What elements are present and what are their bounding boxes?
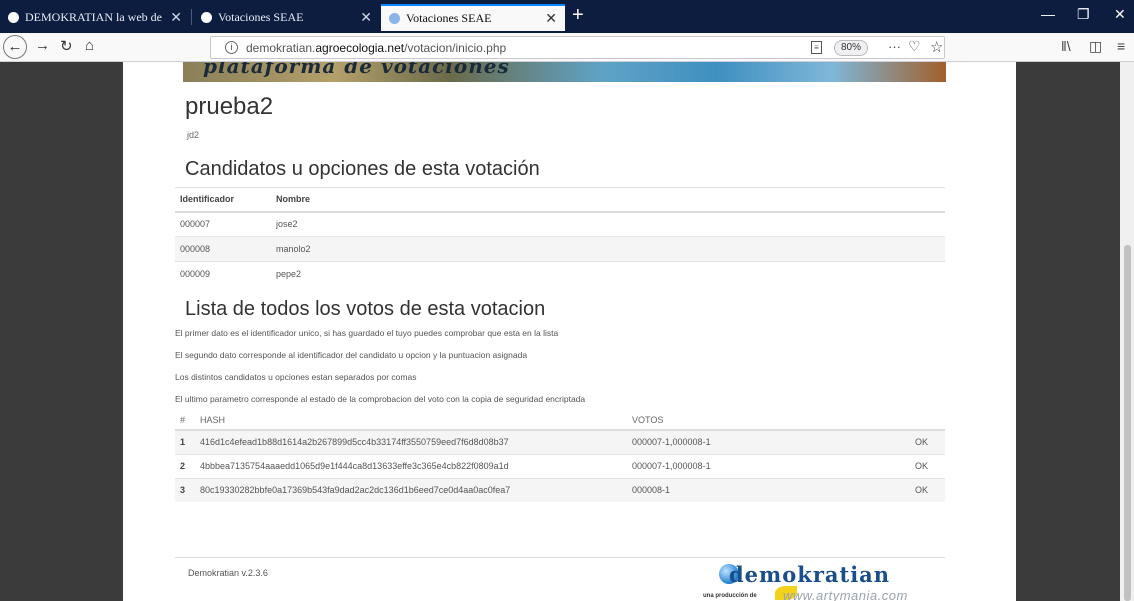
vote-values: 000007-1,000008-1 <box>627 429 910 454</box>
page-title: prueba2 <box>185 93 274 120</box>
candidate-name: manolo2 <box>271 236 945 262</box>
forward-arrow-icon[interactable]: → <box>35 37 50 54</box>
banner-image-text: plataforma de votaciones <box>203 62 510 78</box>
vote-hash: 416d1c4efead1b88d1614a2b267899d5cc4b3317… <box>195 429 627 454</box>
reload-icon[interactable]: ↻ <box>60 37 73 55</box>
table-header-row: # HASH VOTOS <box>175 411 945 431</box>
favicon-icon <box>201 12 212 23</box>
demokratian-logo[interactable]: demokratian <box>729 562 890 587</box>
address-bar[interactable]: i demokratian.agroecologia.net/votacion/… <box>210 36 945 59</box>
artymania-link[interactable]: www.artymania.com <box>783 588 908 601</box>
vote-values: 000007-1,000008-1 <box>627 453 910 478</box>
note-text: El primer dato es el identificador unico… <box>175 328 559 338</box>
navigation-bar: ← → ↻ ⌂ i demokratian.agroecologia.net/v… <box>0 33 1134 62</box>
candidates-heading: Candidatos u opciones de esta votación <box>185 158 540 180</box>
candidate-id: 000009 <box>175 261 271 287</box>
version-text: Demokratian v.2.3.6 <box>188 568 268 578</box>
zoom-level[interactable]: 80% <box>834 40 869 56</box>
url-text[interactable]: demokratian.agroecologia.net/votacion/in… <box>246 41 506 55</box>
tab-title: Votaciones SEAE <box>406 11 492 25</box>
tab-votaciones-active[interactable]: Votaciones SEAE ✕ <box>381 4 565 31</box>
votes-heading: Lista de todos los votos de esta votacio… <box>185 298 546 320</box>
candidate-name: jose2 <box>271 211 945 237</box>
library-icon[interactable]: ‖\ <box>1061 38 1071 54</box>
close-tab-icon[interactable]: ✕ <box>360 9 372 26</box>
favicon-icon <box>389 13 400 24</box>
tab-bar: DEMOKRATIAN la web de votac ✕ Votaciones… <box>0 0 1134 33</box>
votes-notes: El primer dato es el identificador unico… <box>175 328 585 416</box>
logo-tagline: una producción de <box>703 593 757 599</box>
table-header-row: Identificador Nombre <box>175 187 945 213</box>
tab-separator <box>191 9 192 25</box>
page-gutter-left <box>0 62 123 601</box>
sidebar-icon[interactable]: ◫ <box>1089 38 1102 55</box>
candidate-id: 000008 <box>175 236 271 262</box>
votes-table: # HASH VOTOS 1 416d1c4efead1b88d1614a2b2… <box>175 411 945 502</box>
column-header-hash: HASH <box>195 411 627 431</box>
vote-number: 3 <box>175 477 195 502</box>
column-header-votes: VOTOS <box>627 411 910 431</box>
table-row: 000008 manolo2 <box>175 236 945 262</box>
vote-number: 2 <box>175 453 195 478</box>
more-actions-icon[interactable]: ··· <box>888 39 901 54</box>
restore-icon[interactable]: ❐ <box>1077 6 1090 23</box>
vote-status: OK <box>910 477 945 502</box>
column-header-num: # <box>175 411 195 431</box>
candidates-table: Identificador Nombre 000007 jose2 000008… <box>175 187 945 287</box>
pocket-icon[interactable]: ♡ <box>908 38 921 55</box>
page-subtitle: jd2 <box>187 130 200 140</box>
vote-hash: 4bbbea7135754aaaedd1065d9e1f444ca8d13633… <box>195 453 627 478</box>
vote-values: 000008-1 <box>627 477 910 502</box>
vote-hash: 80c19330282bbfe0a17369b543fa9dad2ac2dc13… <box>195 477 627 502</box>
page-gutter-right <box>1016 62 1120 601</box>
menu-icon[interactable]: ≡ <box>1117 38 1125 54</box>
table-row: 3 80c19330282bbfe0a17369b543fa9dad2ac2dc… <box>175 477 945 502</box>
close-window-icon[interactable]: ✕ <box>1114 6 1126 23</box>
table-row: 2 4bbbea7135754aaaedd1065d9e1f444ca8d136… <box>175 453 945 478</box>
tab-votaciones-1[interactable]: Votaciones SEAE ✕ <box>193 4 380 31</box>
vote-status: OK <box>910 429 945 454</box>
page-content: plataforma de votaciones prueba2 jd2 Can… <box>123 62 1016 601</box>
note-text: El segundo dato corresponde al identific… <box>175 350 528 360</box>
vote-status: OK <box>910 453 945 478</box>
back-arrow-icon[interactable]: ← <box>3 35 27 59</box>
candidate-id: 000007 <box>175 211 271 237</box>
favicon-icon <box>8 12 19 23</box>
column-header-id: Identificador <box>175 187 271 213</box>
tab-demokratian[interactable]: DEMOKRATIAN la web de votac ✕ <box>0 4 190 31</box>
table-row: 000009 pepe2 <box>175 261 945 287</box>
home-icon[interactable]: ⌂ <box>85 37 94 54</box>
minimize-icon[interactable]: — <box>1041 6 1055 22</box>
column-header-name: Nombre <box>271 187 945 213</box>
close-tab-icon[interactable]: ✕ <box>170 9 182 26</box>
reader-view-icon[interactable]: ≡ <box>811 41 822 54</box>
column-header-status <box>910 411 945 431</box>
tab-title: Votaciones SEAE <box>218 10 304 24</box>
tab-title: DEMOKRATIAN la web de votac <box>25 10 164 24</box>
new-tab-icon[interactable]: + <box>572 4 584 27</box>
table-row: 1 416d1c4efead1b88d1614a2b267899d5cc4b33… <box>175 429 945 454</box>
scrollbar-thumb[interactable] <box>1124 245 1131 601</box>
note-text: Los distintos candidatos u opciones esta… <box>175 372 417 382</box>
bookmark-star-icon[interactable]: ☆ <box>930 38 943 56</box>
header-banner: plataforma de votaciones <box>183 62 946 82</box>
footer-divider <box>175 557 945 558</box>
table-row: 000007 jose2 <box>175 211 945 237</box>
close-tab-icon[interactable]: ✕ <box>545 10 557 27</box>
candidate-name: pepe2 <box>271 261 945 287</box>
info-icon[interactable]: i <box>225 41 238 54</box>
vote-number: 1 <box>175 429 195 454</box>
